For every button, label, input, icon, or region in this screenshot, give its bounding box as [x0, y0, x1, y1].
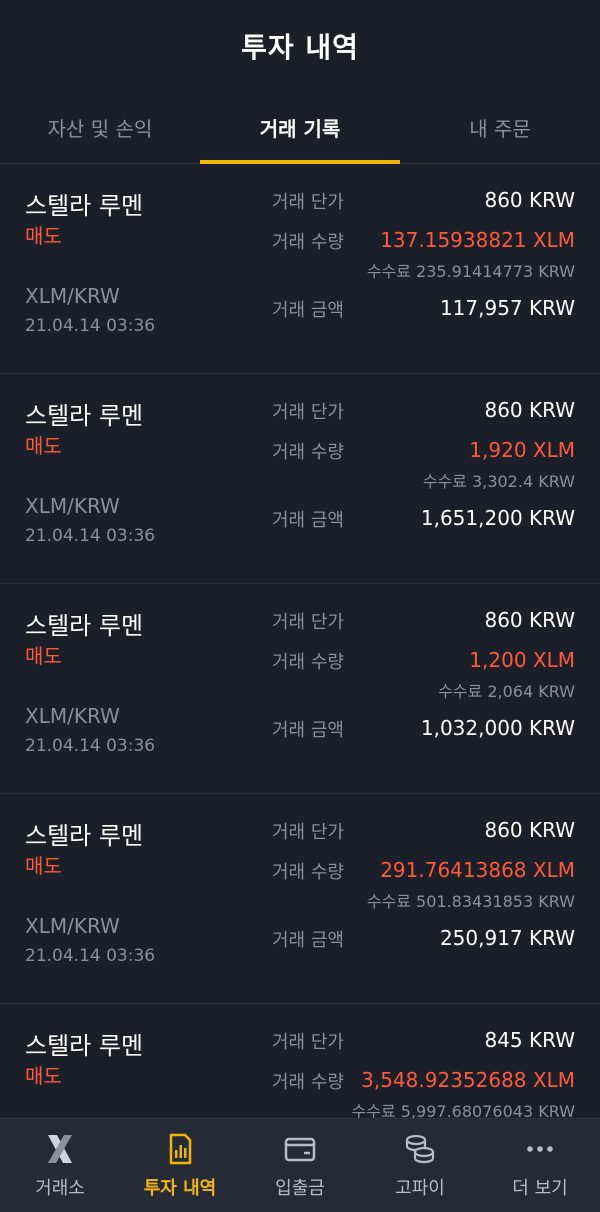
trade-time: 21.04.14 03:36: [25, 526, 156, 546]
wallet-icon: [283, 1132, 317, 1166]
coin-name: 스텔라 루멘: [25, 402, 144, 430]
qty-label: 거래 수량: [272, 442, 344, 463]
trade-side: 매도: [25, 224, 62, 248]
price-label: 거래 단가: [272, 402, 344, 423]
trade-list[interactable]: 스텔라 루멘 매도 XLM/KRW 21.04.14 03:36 거래 단가 8…: [0, 164, 600, 1118]
trade-qty: 291.76413868 XLM: [380, 858, 575, 882]
tab-label: 자산 및 손익: [47, 117, 153, 141]
tab-bar: 자산 및 손익 거래 기록 내 주문: [0, 92, 600, 164]
trade-fee: 수수료 3,302.4 KRW: [422, 472, 575, 491]
trade-price: 860 KRW: [484, 818, 575, 842]
tab-assets-pnl[interactable]: 자산 및 손익: [0, 92, 200, 163]
qty-label: 거래 수량: [272, 652, 344, 673]
trade-pair: XLM/KRW: [25, 704, 120, 728]
nav-exchange[interactable]: 거래소: [0, 1119, 120, 1212]
nav-deposit-withdraw[interactable]: 입출금: [240, 1119, 360, 1212]
qty-label: 거래 수량: [272, 862, 344, 883]
nav-label: 거래소: [35, 1177, 85, 1199]
coin-name: 스텔라 루멘: [25, 192, 144, 220]
amount-label: 거래 금액: [272, 720, 344, 741]
trade-row[interactable]: 스텔라 루멘 매도 거래 단가 845 KRW 거래 수량 3,548.9235…: [0, 1004, 600, 1118]
tab-my-orders[interactable]: 내 주문: [400, 92, 600, 163]
trade-time: 21.04.14 03:36: [25, 316, 156, 336]
tab-label: 내 주문: [469, 117, 531, 141]
app-header: 투자 내역: [0, 0, 600, 92]
nav-label: 투자 내역: [143, 1177, 217, 1199]
trade-row[interactable]: 스텔라 루멘 매도 XLM/KRW 21.04.14 03:36 거래 단가 8…: [0, 164, 600, 374]
tab-label: 거래 기록: [259, 117, 341, 141]
amount-label: 거래 금액: [272, 930, 344, 951]
coin-name: 스텔라 루멘: [25, 822, 144, 850]
trade-amount: 1,651,200 KRW: [420, 506, 575, 530]
tab-trade-history[interactable]: 거래 기록: [200, 92, 400, 164]
trade-time: 21.04.14 03:36: [25, 736, 156, 756]
coin-name: 스텔라 루멘: [25, 612, 144, 640]
chart-document-icon: [163, 1132, 197, 1166]
nav-label: 더 보기: [512, 1177, 568, 1199]
trade-fee: 수수료 5,997.68076043 KRW: [351, 1102, 575, 1118]
trade-side: 매도: [25, 1064, 62, 1088]
nav-label: 고파이: [395, 1177, 445, 1199]
trade-price: 860 KRW: [484, 608, 575, 632]
trade-qty: 1,200 XLM: [469, 648, 575, 672]
trade-amount: 1,032,000 KRW: [420, 716, 575, 740]
nav-investment-history[interactable]: 투자 내역: [120, 1119, 240, 1212]
trade-pair: XLM/KRW: [25, 914, 120, 938]
trade-row[interactable]: 스텔라 루멘 매도 XLM/KRW 21.04.14 03:36 거래 단가 8…: [0, 374, 600, 584]
nav-label: 입출금: [275, 1177, 325, 1199]
coin-name: 스텔라 루멘: [25, 1032, 144, 1060]
trade-side: 매도: [25, 434, 62, 458]
trade-amount: 250,917 KRW: [439, 926, 575, 950]
price-label: 거래 단가: [272, 1032, 344, 1053]
coins-stack-icon: [403, 1132, 437, 1166]
trade-price: 860 KRW: [484, 188, 575, 212]
exchange-x-icon: [43, 1132, 77, 1166]
trade-side: 매도: [25, 854, 62, 878]
bottom-nav: 거래소 투자 내역 입출금 고파이 더 보기: [0, 1118, 600, 1212]
price-label: 거래 단가: [272, 822, 344, 843]
trade-fee: 수수료 2,064 KRW: [438, 682, 575, 701]
price-label: 거래 단가: [272, 192, 344, 213]
qty-label: 거래 수량: [272, 232, 344, 253]
trade-amount: 117,957 KRW: [439, 296, 575, 320]
trade-qty: 1,920 XLM: [469, 438, 575, 462]
trade-pair: XLM/KRW: [25, 284, 120, 308]
trade-price: 860 KRW: [484, 398, 575, 422]
nav-more[interactable]: 더 보기: [480, 1119, 600, 1212]
nav-gopax[interactable]: 고파이: [360, 1119, 480, 1212]
trade-row[interactable]: 스텔라 루멘 매도 XLM/KRW 21.04.14 03:36 거래 단가 8…: [0, 794, 600, 1004]
trade-fee: 수수료 501.83431853 KRW: [366, 892, 575, 911]
amount-label: 거래 금액: [272, 510, 344, 531]
trade-price: 845 KRW: [484, 1028, 575, 1052]
qty-label: 거래 수량: [272, 1072, 344, 1093]
trade-fee: 수수료 235.91414773 KRW: [366, 262, 575, 281]
trade-pair: XLM/KRW: [25, 494, 120, 518]
trade-side: 매도: [25, 644, 62, 668]
trade-row[interactable]: 스텔라 루멘 매도 XLM/KRW 21.04.14 03:36 거래 단가 8…: [0, 584, 600, 794]
amount-label: 거래 금액: [272, 300, 344, 321]
trade-qty: 137.15938821 XLM: [380, 228, 575, 252]
page-title: 투자 내역: [241, 31, 359, 64]
price-label: 거래 단가: [272, 612, 344, 633]
more-dots-icon: [523, 1132, 557, 1166]
trade-qty: 3,548.92352688 XLM: [361, 1068, 575, 1092]
trade-time: 21.04.14 03:36: [25, 946, 156, 966]
